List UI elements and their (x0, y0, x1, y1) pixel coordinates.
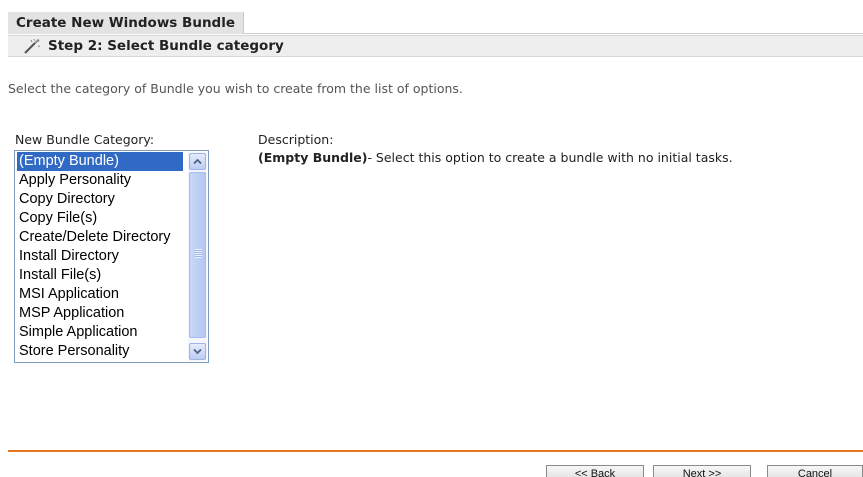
category-option[interactable]: Apply Personality (17, 171, 187, 190)
category-option[interactable]: Copy File(s) (17, 209, 187, 228)
category-option[interactable]: Copy Directory (17, 190, 187, 209)
category-option[interactable]: Simple Application (17, 323, 187, 342)
step-header: Step 2: Select Bundle category (8, 35, 863, 57)
description-bundle-name: (Empty Bundle) (258, 150, 368, 165)
next-button[interactable]: Next >> (653, 465, 751, 477)
description-text: (Empty Bundle)- Select this option to cr… (258, 150, 733, 165)
category-option[interactable]: (Empty Bundle) (17, 152, 183, 171)
category-option[interactable]: Store Personality (17, 342, 187, 361)
category-option[interactable]: Create/Delete Directory (17, 228, 187, 247)
instructions-text: Select the category of Bundle you wish t… (8, 81, 463, 96)
scrollbar-thumb[interactable] (189, 172, 206, 338)
footer-divider (8, 450, 863, 452)
scroll-up-button[interactable] (189, 153, 206, 170)
page-title: Create New Windows Bundle (8, 12, 244, 34)
step-title: Step 2: Select Bundle category (48, 38, 284, 54)
chevron-up-icon (193, 158, 202, 165)
grip-icon (195, 249, 202, 258)
back-button[interactable]: << Back (546, 465, 644, 477)
wizard-page: Create New Windows Bundle Step 2: Select… (0, 0, 863, 477)
title-divider (244, 33, 863, 34)
category-option[interactable]: Install File(s) (17, 266, 187, 285)
wand-icon (24, 38, 41, 54)
category-option[interactable]: MSI Application (17, 285, 187, 304)
category-option[interactable]: Install Directory (17, 247, 187, 266)
listbox-scrollbar[interactable] (188, 152, 207, 361)
cancel-button[interactable]: Cancel (767, 465, 863, 477)
description-label: Description: (258, 132, 334, 147)
bundle-category-listbox[interactable]: (Empty Bundle) Apply Personality Copy Dire… (14, 150, 209, 363)
chevron-down-icon (193, 348, 202, 355)
description-body: - Select this option to create a bundle … (367, 150, 733, 165)
category-option[interactable]: MSP Application (17, 304, 187, 323)
category-label: New Bundle Category: (15, 132, 155, 147)
scroll-down-button[interactable] (189, 343, 206, 360)
category-list: (Empty Bundle) Apply Personality Copy Dire… (17, 152, 187, 361)
